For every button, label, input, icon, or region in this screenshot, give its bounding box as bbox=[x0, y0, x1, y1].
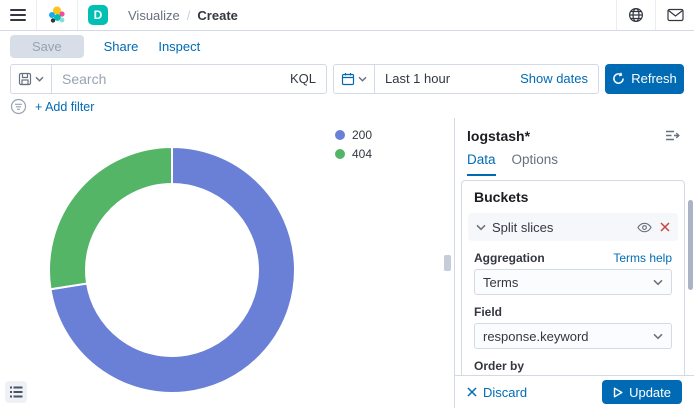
discard-button[interactable]: Discard bbox=[467, 385, 527, 400]
refresh-icon bbox=[612, 72, 625, 85]
saved-query-menu-button[interactable] bbox=[11, 65, 52, 93]
query-bar: KQL Last 1 hour Show dates Refresh bbox=[0, 62, 694, 95]
index-pattern-title: logstash* bbox=[467, 128, 530, 144]
discard-label: Discard bbox=[483, 385, 527, 400]
order-by-field-group: Order by Metric: Count bbox=[462, 349, 684, 375]
breadcrumb-create: Create bbox=[197, 8, 237, 23]
date-quick-select-button[interactable] bbox=[334, 65, 375, 93]
menu-right-icon bbox=[665, 129, 680, 142]
field-value: response.keyword bbox=[483, 329, 589, 344]
visualization-chart-area: 200404 bbox=[0, 118, 440, 408]
legend-item-404[interactable]: 404 bbox=[335, 147, 372, 161]
aggregation-label: Aggregation bbox=[474, 251, 545, 265]
bucket-row-actions bbox=[637, 222, 670, 233]
aggregation-value: Terms bbox=[483, 275, 518, 290]
donut-chart bbox=[47, 145, 297, 395]
chart-legend: 200404 bbox=[335, 128, 372, 161]
legend-item-200[interactable]: 200 bbox=[335, 128, 372, 142]
update-label: Update bbox=[629, 385, 671, 400]
update-button[interactable]: Update bbox=[602, 380, 682, 404]
split-slices-accordion[interactable]: Split slices bbox=[468, 213, 678, 241]
legend-label: 200 bbox=[352, 128, 372, 142]
panel-footer: Discard Update bbox=[455, 375, 694, 408]
search-box: KQL bbox=[10, 64, 327, 94]
chevron-down-icon bbox=[653, 279, 663, 286]
saved-query-icon bbox=[18, 72, 32, 86]
elastic-logo-icon bbox=[47, 5, 67, 25]
kql-syntax-button[interactable]: KQL bbox=[280, 71, 326, 86]
discard-x-icon bbox=[467, 387, 477, 397]
panel-scrollbar[interactable] bbox=[688, 200, 693, 290]
buckets-card: Buckets Split slices bbox=[461, 180, 685, 375]
save-button[interactable]: Save bbox=[10, 35, 84, 58]
filter-list-icon[interactable] bbox=[10, 98, 27, 115]
chevron-down-icon bbox=[653, 333, 663, 340]
field-field-group: Field response.keyword bbox=[462, 295, 684, 349]
collapse-panel-button[interactable] bbox=[663, 127, 682, 144]
visualization-editor-panel: logstash* Data Options Buckets bbox=[454, 118, 694, 408]
play-icon bbox=[613, 387, 623, 398]
aggregation-field-group: Aggregation Terms help Terms bbox=[462, 241, 684, 295]
editor-scroll-area[interactable]: Buckets Split slices bbox=[455, 176, 694, 375]
elastic-home-button[interactable] bbox=[37, 0, 77, 30]
filter-bar: + Add filter bbox=[0, 95, 694, 118]
terms-help-link[interactable]: Terms help bbox=[613, 251, 672, 265]
show-dates-button[interactable]: Show dates bbox=[510, 71, 598, 86]
share-button[interactable]: Share bbox=[104, 39, 139, 54]
kibana-visualize-app: D Visualize / Create bbox=[0, 0, 694, 408]
legend-label: 404 bbox=[352, 147, 372, 161]
aggregation-select[interactable]: Terms bbox=[474, 269, 672, 295]
main-content: 200404 logstash* bbox=[0, 118, 694, 408]
time-range-value[interactable]: Last 1 hour bbox=[375, 71, 510, 86]
panel-resizer[interactable] bbox=[440, 118, 454, 408]
globe-icon bbox=[628, 7, 644, 23]
breadcrumb-visualize[interactable]: Visualize bbox=[128, 8, 180, 23]
breadcrumb: Visualize / Create bbox=[118, 8, 238, 23]
eye-icon[interactable] bbox=[637, 222, 652, 233]
field-label: Field bbox=[474, 305, 502, 319]
list-icon bbox=[10, 386, 23, 398]
space-selector[interactable]: D bbox=[78, 0, 118, 30]
hamburger-icon bbox=[10, 9, 26, 21]
app-menu-button[interactable] bbox=[0, 0, 36, 30]
remove-x-icon[interactable] bbox=[660, 222, 670, 232]
feedback-button[interactable] bbox=[656, 0, 694, 30]
top-navigation-bar: D Visualize / Create bbox=[0, 0, 694, 31]
order-by-label: Order by bbox=[474, 359, 524, 373]
mail-icon bbox=[667, 8, 684, 22]
editor-tabs: Data Options bbox=[455, 144, 694, 176]
chevron-down-icon bbox=[358, 76, 367, 82]
add-filter-button[interactable]: + Add filter bbox=[35, 100, 94, 114]
date-picker: Last 1 hour Show dates bbox=[333, 64, 599, 94]
chevron-down-icon bbox=[476, 224, 486, 231]
help-button[interactable] bbox=[617, 0, 655, 30]
pie-slice-404[interactable] bbox=[49, 147, 172, 289]
visualize-toolbar: Save Share Inspect bbox=[0, 31, 694, 62]
refresh-button[interactable]: Refresh bbox=[605, 64, 684, 94]
topbar-right-actions bbox=[616, 0, 694, 30]
breadcrumb-separator: / bbox=[187, 8, 191, 23]
legend-color-dot bbox=[335, 149, 345, 159]
field-select[interactable]: response.keyword bbox=[474, 323, 672, 349]
legend-color-dot bbox=[335, 130, 345, 140]
buckets-section-title: Buckets bbox=[462, 181, 684, 209]
tab-data[interactable]: Data bbox=[467, 152, 496, 176]
tab-options[interactable]: Options bbox=[512, 152, 559, 176]
resizer-grip-icon bbox=[444, 255, 451, 271]
search-input[interactable] bbox=[52, 65, 280, 93]
legend-toggle-button[interactable] bbox=[5, 381, 27, 403]
chevron-down-icon bbox=[35, 76, 44, 82]
calendar-icon bbox=[341, 72, 355, 86]
bucket-type-label: Split slices bbox=[492, 220, 631, 235]
space-badge: D bbox=[88, 5, 108, 25]
panel-header: logstash* bbox=[455, 118, 694, 144]
refresh-label: Refresh bbox=[631, 71, 677, 86]
inspect-button[interactable]: Inspect bbox=[158, 39, 200, 54]
